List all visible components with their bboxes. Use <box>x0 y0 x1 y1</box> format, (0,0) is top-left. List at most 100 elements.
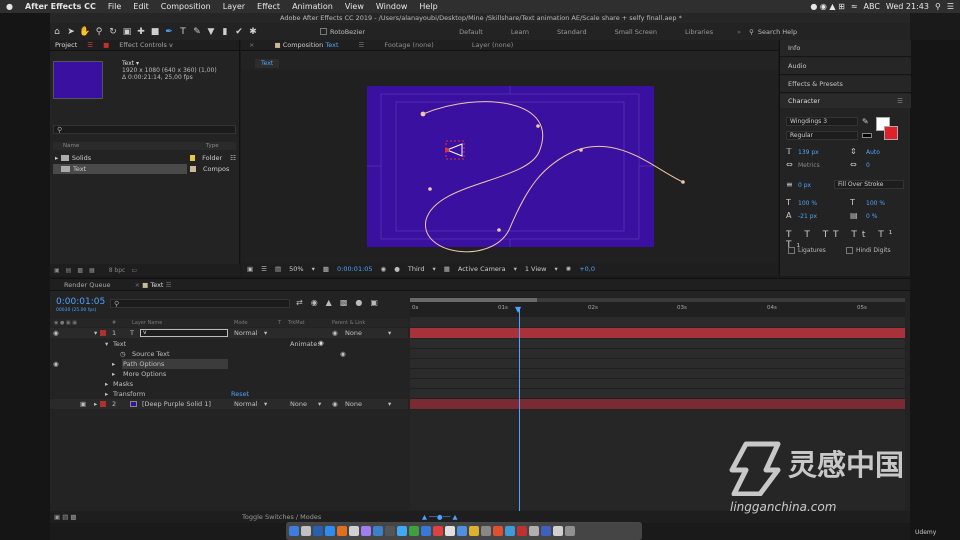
layer-mode-dropdown[interactable]: Normal <box>234 329 258 337</box>
font-family-dropdown[interactable]: Wingdings 3 <box>786 117 858 126</box>
timeline-bottom-icons[interactable]: ▣ ▤ ▩ <box>54 513 77 521</box>
prop-text[interactable]: ▾ Text Animate: ◉ <box>50 339 408 349</box>
tab-menu-icon[interactable]: ☰ <box>87 41 93 49</box>
photoshop-icon[interactable] <box>325 526 335 536</box>
workspace-default[interactable]: Default <box>445 28 497 36</box>
dropdown-icon[interactable]: ▾ <box>318 400 321 408</box>
type-tool-icon[interactable]: T <box>176 25 190 39</box>
messages-icon[interactable] <box>409 526 419 536</box>
workspace-overflow-icon[interactable]: » <box>737 28 741 36</box>
col-mode-header[interactable]: Mode <box>234 320 248 326</box>
lock-icon[interactable]: ▣ <box>80 400 86 408</box>
appstore-icon[interactable] <box>457 526 467 536</box>
calendar-icon[interactable] <box>349 526 359 536</box>
menu-file[interactable]: File <box>102 2 127 11</box>
viewer-link-icon[interactable]: ☰ <box>261 265 267 273</box>
menu-view[interactable]: View <box>339 2 370 11</box>
expand-arrow-icon[interactable]: ▾ <box>94 329 97 337</box>
menu-app-name[interactable]: After Effects CC <box>19 2 102 11</box>
stroke-color-swatch[interactable] <box>884 126 898 140</box>
ligatures-checkbox[interactable] <box>788 247 795 254</box>
resolution-dropdown[interactable]: Third <box>408 265 425 273</box>
tab-timeline-comp[interactable]: × ■ Text ☰ <box>135 281 172 289</box>
track-bar-layer-1[interactable] <box>410 328 905 338</box>
home-icon[interactable]: ⌂ <box>50 25 64 39</box>
tab-project[interactable]: Project <box>55 41 77 49</box>
panel-character[interactable]: Character <box>788 97 820 105</box>
input-source[interactable]: ABC <box>864 2 880 11</box>
label-swatch[interactable] <box>100 330 106 336</box>
roto-brush-icon[interactable]: ✔ <box>232 25 246 39</box>
tracking-value[interactable]: 0 <box>866 162 870 169</box>
visibility-icon[interactable]: ◉ <box>53 329 59 337</box>
horizontal-scale-value[interactable]: 100 % <box>866 200 885 207</box>
leading-value[interactable]: Auto <box>866 149 880 156</box>
menu-window[interactable]: Window <box>370 2 414 11</box>
path-vertex[interactable] <box>497 228 501 232</box>
tab-footage[interactable]: Footage (none) <box>384 41 433 49</box>
notes-icon[interactable] <box>469 526 479 536</box>
prop-more-options[interactable]: ▸ More Options <box>50 369 408 379</box>
label-swatch[interactable] <box>100 401 106 407</box>
eyedropper-icon[interactable]: ✎ <box>862 117 869 126</box>
font-style-dropdown[interactable]: Regular <box>786 131 858 140</box>
pickwhip-icon[interactable]: ◉ <box>332 400 338 408</box>
dropdown-icon[interactable]: ▾ <box>555 265 558 273</box>
av-switches-header[interactable]: ◉ ● ▣ ▣ <box>54 320 77 326</box>
label-swatch[interactable] <box>189 155 196 161</box>
layer-row-2[interactable]: ▣ ▸ 2 [Deep Purple Solid 1] Normal ▾ Non… <box>50 399 408 409</box>
puppet-tool-icon[interactable]: ✱ <box>246 25 260 39</box>
menu-animation[interactable]: Animation <box>286 2 339 11</box>
layer-name-input[interactable]: v <box>140 329 228 337</box>
panel-effects-presets[interactable]: Effects & Presets <box>780 76 911 93</box>
close-tab-icon[interactable]: × <box>135 281 140 289</box>
path-vertex[interactable] <box>428 187 432 191</box>
zoom-tool-icon[interactable]: ⚲ <box>92 25 106 39</box>
timeline-search-input[interactable]: ⚲ <box>110 299 290 308</box>
hand-tool-icon[interactable]: ✋ <box>78 25 92 39</box>
eraser-tool-icon[interactable]: ▮ <box>218 25 232 39</box>
expand-arrow-icon[interactable]: ▸ <box>53 154 61 162</box>
new-comp-icon[interactable]: ▩ <box>77 267 83 274</box>
view-layout-dropdown[interactable]: 1 View <box>525 265 547 273</box>
timeline-timecode[interactable]: 0:00:01:05 <box>56 297 105 307</box>
reset-exposure-icon[interactable]: ✺ <box>566 265 571 273</box>
visibility-icon[interactable]: ◉ <box>53 360 59 368</box>
menu-effect[interactable]: Effect <box>251 2 286 11</box>
lightroom-icon[interactable] <box>397 526 407 536</box>
shape-tool-icon[interactable]: ■ <box>148 25 162 39</box>
selection-tool-icon[interactable]: ➤ <box>64 25 78 39</box>
close-tab-icon[interactable]: × <box>249 41 254 49</box>
fit-icon[interactable]: ▩ <box>323 265 329 273</box>
dropdown-icon[interactable]: ▾ <box>264 400 267 408</box>
layer-parent-dropdown[interactable]: None <box>345 329 362 337</box>
path-vertex[interactable] <box>420 111 426 117</box>
expression-icon[interactable]: ◉ <box>340 350 346 358</box>
menu-edit[interactable]: Edit <box>127 2 155 11</box>
panel-audio[interactable]: Audio <box>780 58 911 75</box>
snapshot-icon[interactable]: ◉ <box>381 265 387 273</box>
path-vertex[interactable] <box>681 180 685 184</box>
comp-viewer[interactable] <box>241 70 778 262</box>
layer-parent-dropdown[interactable]: None <box>345 400 362 408</box>
workspace-small-screen[interactable]: Small Screen <box>601 28 671 36</box>
panel-menu-icon[interactable]: ☰ <box>897 94 903 108</box>
label-swatch[interactable] <box>190 166 196 172</box>
adjust-settings-icon[interactable]: ▦ <box>89 267 95 274</box>
expand-arrow-icon[interactable]: ▸ <box>112 360 115 368</box>
dropdown-icon[interactable]: ▾ <box>388 400 391 408</box>
current-time[interactable]: 0:00:01:05 <box>337 265 373 273</box>
wifi-icon[interactable]: ≈ <box>851 2 858 11</box>
app-icon-2[interactable] <box>529 526 539 536</box>
new-folder-icon[interactable]: ▤ <box>66 267 72 274</box>
layer-name[interactable]: [Deep Purple Solid 1] <box>142 400 211 408</box>
stroke-type-dropdown[interactable]: Fill Over Stroke <box>834 180 904 189</box>
workspace-libraries[interactable]: Libraries <box>671 28 727 36</box>
rotobezier-checkbox[interactable] <box>320 28 327 35</box>
always-preview-icon[interactable]: ▣ <box>247 265 253 273</box>
col-name-header[interactable]: Name <box>63 143 79 149</box>
baseline-shift-value[interactable]: -21 px <box>798 213 817 220</box>
mail-icon[interactable] <box>421 526 431 536</box>
zoom-slider[interactable]: ▲ ──●── ▲ <box>422 513 457 521</box>
show-channel-icon[interactable]: ● <box>394 265 400 273</box>
